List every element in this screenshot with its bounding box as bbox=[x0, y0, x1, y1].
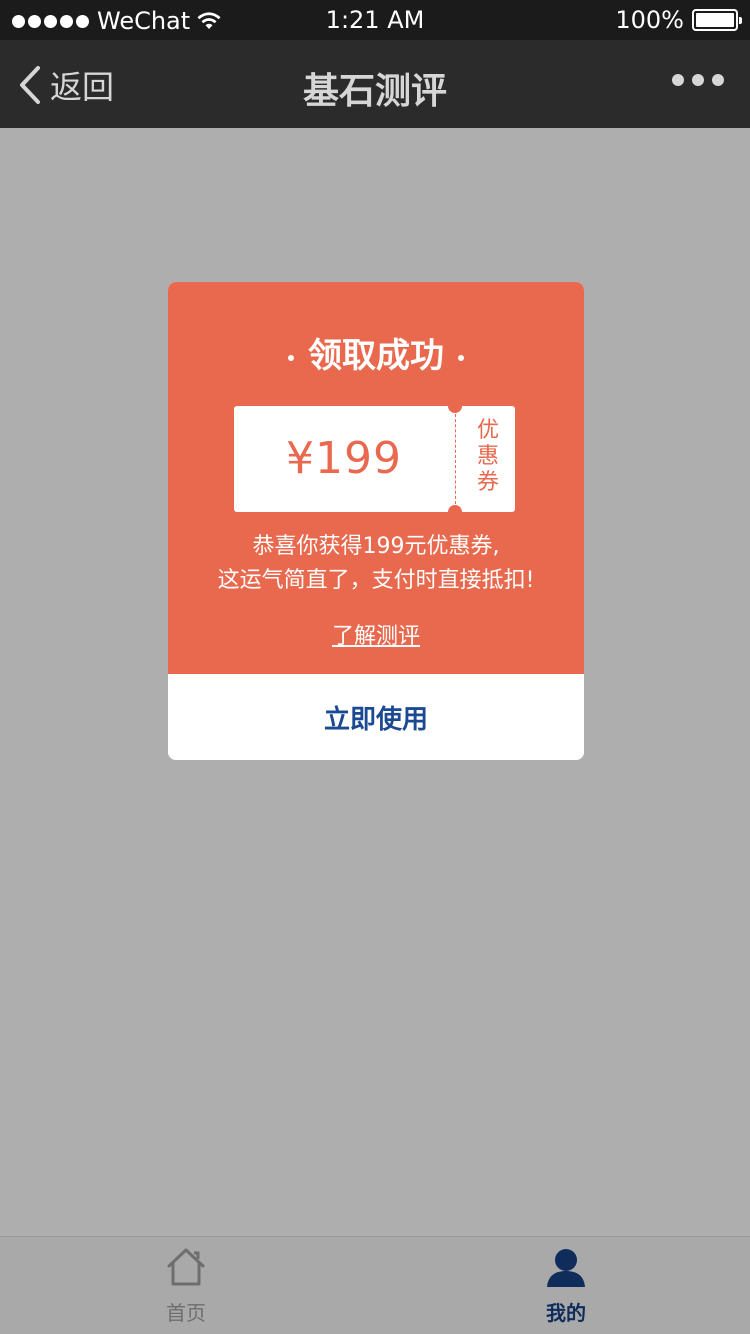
congrats-line-1: 恭喜你获得199元优惠券, bbox=[252, 534, 500, 559]
learn-more-link[interactable]: 了解测评 bbox=[168, 618, 584, 650]
modal-footer: 立即使用 bbox=[168, 674, 584, 760]
tab-home-label: 首页 bbox=[166, 1301, 206, 1325]
congrats-line-2: 这运气简直了，支付时直接抵扣! bbox=[217, 568, 535, 593]
coupon-tag: 优 惠 券 bbox=[468, 418, 508, 496]
coupon-tag-char: 惠 bbox=[476, 444, 499, 469]
user-icon bbox=[547, 1249, 585, 1287]
more-menu-icon[interactable] bbox=[672, 74, 724, 86]
status-bar: WeChat 1:21 AM 100% bbox=[0, 0, 750, 40]
modal-title-text: 领取成功 bbox=[308, 336, 444, 376]
coupon-tag-char: 券 bbox=[476, 470, 499, 495]
tab-mine[interactable]: 我的 bbox=[506, 1245, 626, 1326]
nav-bar: 返回 基石测评 bbox=[0, 40, 750, 128]
battery-icon bbox=[692, 9, 742, 31]
coupon-tag-char: 优 bbox=[476, 418, 499, 443]
use-now-button[interactable]: 立即使用 bbox=[324, 699, 428, 736]
page-title: 基石测评 bbox=[302, 71, 447, 112]
tab-mine-label: 我的 bbox=[546, 1301, 586, 1325]
coupon-divider bbox=[455, 414, 456, 504]
title-dot-left bbox=[288, 354, 294, 361]
modal-header: 领取成功 ¥199 优 惠 券 恭喜你获得199元优惠券, 这运气简直了，支付时… bbox=[168, 282, 584, 674]
coupon-ticket: ¥199 优 惠 券 bbox=[234, 399, 515, 519]
coupon-modal: 领取成功 ¥199 优 惠 券 恭喜你获得199元优惠券, 这运气简直了，支付时… bbox=[168, 282, 584, 760]
coupon-notch-bottom bbox=[448, 505, 462, 519]
congrats-message: 恭喜你获得199元优惠券, 这运气简直了，支付时直接抵扣! bbox=[168, 530, 584, 598]
home-icon bbox=[167, 1248, 205, 1286]
tab-bar: 首页 我的 bbox=[0, 1236, 750, 1334]
coupon-amount: ¥199 bbox=[286, 433, 402, 484]
status-right: 100% bbox=[615, 6, 742, 34]
coupon-notch-top bbox=[448, 399, 462, 413]
screen: WeChat 1:21 AM 100% 返回 基石测评 领取成功 ¥199 优 … bbox=[0, 0, 750, 1334]
battery-percent: 100% bbox=[615, 6, 684, 34]
tab-home[interactable]: 首页 bbox=[126, 1245, 246, 1326]
title-dot-right bbox=[458, 354, 464, 361]
modal-title: 领取成功 bbox=[168, 328, 584, 377]
